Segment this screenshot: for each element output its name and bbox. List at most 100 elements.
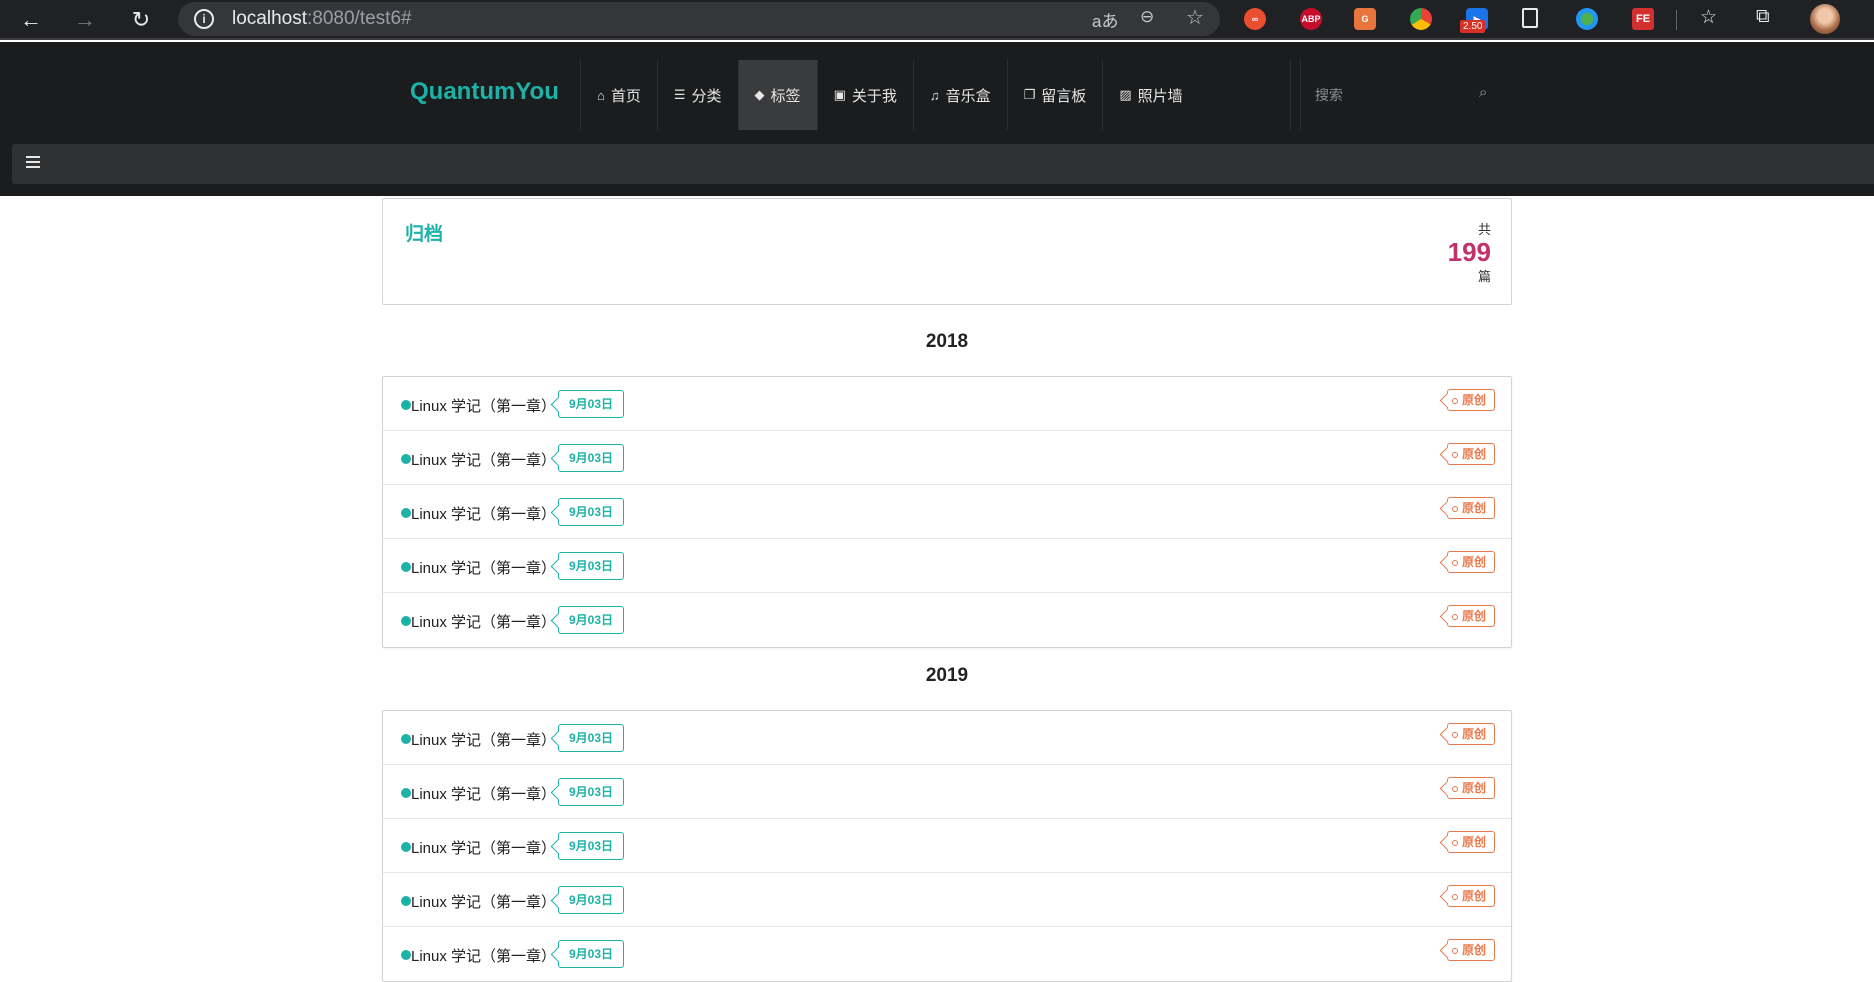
toolbar-divider — [1676, 10, 1677, 30]
tag-label: 原创 — [1446, 551, 1495, 573]
menu-label: 音乐盒 — [945, 87, 991, 105]
list-item[interactable]: Linux 学记（第一章） 9月03日 原创 — [383, 711, 1511, 765]
main-menu: ⌂ 首页 ☰ 分类 ◆ 标签 ▣ 关于我 ♫ 音乐盒 ❐ 留言板 ▨ 照片墙 — [580, 60, 1291, 130]
search-input[interactable] — [1315, 84, 1465, 106]
browser-toolbar: ← → ↻ i localhost:8080/test6# aあ ⊖ ☆ ∞ A… — [0, 0, 1874, 40]
home-icon: ⌂ — [597, 87, 605, 103]
forward-arrow-icon[interactable]: → — [68, 4, 102, 36]
url-text[interactable]: localhost:8080/test6# — [232, 8, 412, 30]
address-bar[interactable]: i localhost:8080/test6# aあ ⊖ ☆ — [178, 2, 1220, 36]
adblock-extension-icon[interactable]: ABP — [1300, 8, 1322, 30]
menu-spacer — [1199, 60, 1291, 130]
bullet-dot — [401, 454, 411, 464]
post-title[interactable]: Linux 学记（第一章） — [411, 395, 556, 416]
collections-icon[interactable]: ⧉ — [1756, 6, 1770, 28]
menu-item-tags[interactable]: ◆ 标签 — [737, 60, 817, 130]
menu-item-music[interactable]: ♫ 音乐盒 — [912, 60, 1007, 130]
site-info-icon[interactable]: i — [194, 9, 214, 29]
post-title[interactable]: Linux 学记（第一章） — [411, 945, 556, 966]
profile-avatar[interactable] — [1810, 4, 1840, 34]
add-favorite-icon[interactable]: ☆ — [1186, 5, 1204, 30]
post-title[interactable]: Linux 学记（第一章） — [411, 891, 556, 912]
tag-label: 原创 — [1446, 389, 1495, 411]
tag-label: 原创 — [1446, 939, 1495, 961]
post-title[interactable]: Linux 学记（第一章） — [411, 611, 556, 632]
menu-label: 标签 — [770, 87, 801, 105]
date-label: 9月03日 — [558, 444, 625, 472]
hamburger-menu-icon[interactable] — [26, 156, 40, 171]
post-title[interactable]: Linux 学记（第一章） — [411, 837, 556, 858]
date-label: 9月03日 — [558, 724, 625, 752]
menu-item-about[interactable]: ▣ 关于我 — [816, 60, 913, 130]
fe-extension-icon[interactable]: FE — [1632, 8, 1654, 30]
search-icon[interactable]: ⌕ — [1479, 84, 1487, 101]
bullet-dot — [401, 562, 411, 572]
menu-item-photos[interactable]: ▨ 照片墙 — [1102, 60, 1198, 130]
post-title[interactable]: Linux 学记（第一章） — [411, 503, 556, 524]
count-suffix: 篇 — [1477, 269, 1491, 284]
extension-badge: 2.50 — [1460, 20, 1486, 33]
post-title[interactable]: Linux 学记（第一章） — [411, 783, 556, 804]
tags-icon: ◆ — [754, 87, 765, 102]
year-heading: 2018 — [925, 331, 969, 352]
id-card-icon: ▣ — [833, 87, 846, 102]
bookmark-extension-icon[interactable] — [1522, 8, 1538, 28]
list-item[interactable]: Linux 学记（第一章） 9月03日 原创 — [383, 485, 1511, 539]
menu-item-home[interactable]: ⌂ 首页 — [580, 60, 657, 130]
sidebar-toggle-bar — [12, 144, 1874, 184]
translate-icon[interactable]: aあ — [1092, 7, 1118, 32]
list-item[interactable]: Linux 学记（第一章） 9月03日 原创 — [383, 431, 1511, 485]
archive-summary-card: 归档 共 199 篇 — [382, 198, 1512, 305]
bullet-dot — [401, 788, 411, 798]
post-title[interactable]: Linux 学记（第一章） — [411, 557, 556, 578]
menu-item-categories[interactable]: ☰ 分类 — [656, 60, 738, 130]
date-label: 9月03日 — [558, 390, 625, 418]
menu-label: 分类 — [691, 87, 722, 105]
menu-item-guestbook[interactable]: ❐ 留言板 — [1006, 60, 1103, 130]
year-heading: 2019 — [925, 665, 969, 686]
menu-label: 照片墙 — [1137, 87, 1183, 105]
list-item[interactable]: Linux 学记（第一章） 9月03日 原创 — [383, 819, 1511, 873]
reload-icon[interactable]: ↻ — [124, 4, 158, 36]
date-label: 9月03日 — [558, 832, 625, 860]
url-host: localhost — [232, 8, 307, 29]
menu-label: 关于我 — [851, 87, 897, 105]
go-extension-icon[interactable]: G — [1354, 8, 1376, 30]
post-title[interactable]: Linux 学记（第一章） — [411, 729, 556, 750]
date-label: 9月03日 — [558, 606, 625, 634]
search-box: ⌕ — [1300, 60, 1508, 130]
count-prefix: 共 — [1477, 222, 1491, 237]
zoom-out-icon[interactable]: ⊖ — [1140, 7, 1154, 27]
globe-extension-icon[interactable] — [1576, 8, 1598, 30]
list-item[interactable]: Linux 学记（第一章） 9月03日 原创 — [383, 593, 1511, 647]
post-title[interactable]: Linux 学记（第一章） — [411, 449, 556, 470]
list-item[interactable]: Linux 学记（第一章） 9月03日 原创 — [383, 927, 1511, 981]
copy-icon: ❐ — [1023, 87, 1036, 102]
bullet-dot — [401, 950, 411, 960]
infinity-extension-icon[interactable]: ∞ — [1244, 8, 1266, 30]
url-path: :8080/test6# — [307, 8, 412, 29]
date-label: 9月03日 — [558, 498, 625, 526]
favorites-icon[interactable]: ☆ — [1700, 6, 1717, 29]
site-header: QuantumYou ⌂ 首页 ☰ 分类 ◆ 标签 ▣ 关于我 ♫ 音乐盒 ❐ 留言板 ▨ 照… — [0, 42, 1874, 196]
list-item[interactable]: Linux 学记（第一章） 9月03日 原创 — [383, 377, 1511, 431]
list-icon: ☰ — [673, 87, 686, 102]
bullet-dot — [401, 896, 411, 906]
date-label: 9月03日 — [558, 778, 625, 806]
brand-logo[interactable]: QuantumYou — [410, 78, 559, 106]
list-item[interactable]: Linux 学记（第一章） 9月03日 原创 — [383, 539, 1511, 593]
date-label: 9月03日 — [558, 940, 625, 968]
bullet-dot — [401, 734, 411, 744]
tag-label: 原创 — [1446, 605, 1495, 627]
bullet-dot — [401, 400, 411, 410]
back-arrow-icon[interactable]: ← — [14, 4, 48, 36]
list-item[interactable]: Linux 学记（第一章） 9月03日 原创 — [383, 765, 1511, 819]
bullet-dot — [401, 842, 411, 852]
tag-label: 原创 — [1446, 723, 1495, 745]
menu-label: 留言板 — [1041, 87, 1087, 105]
chrome-extension-icon[interactable] — [1410, 8, 1432, 30]
tag-label: 原创 — [1446, 777, 1495, 799]
post-list: Linux 学记（第一章） 9月03日 原创 Linux 学记（第一章） 9月03日原… — [382, 376, 1512, 648]
list-item[interactable]: Linux 学记（第一章） 9月03日 原创 — [383, 873, 1511, 927]
post-count: 共 199 篇 — [1448, 219, 1491, 285]
